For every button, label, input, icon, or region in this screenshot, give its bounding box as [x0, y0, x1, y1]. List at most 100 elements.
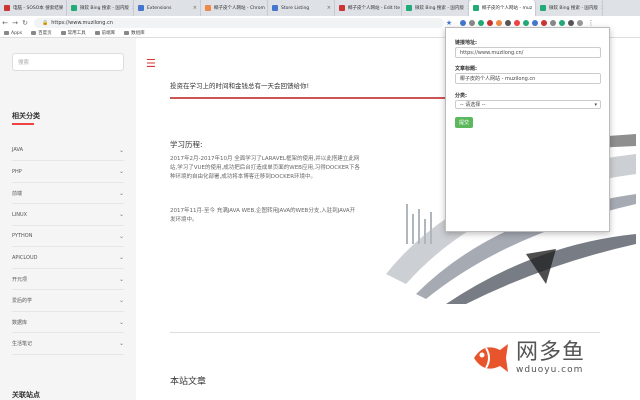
browser-tab[interactable]: 椰子皮个人网站 - Chrom× [201, 0, 268, 16]
bookmark-item[interactable]: 前端库 [94, 30, 116, 36]
bookmark-label: 百度页 [38, 31, 52, 36]
extension-icon[interactable] [550, 19, 556, 26]
browser-tab[interactable]: 椰子皮的个人网站 - muz× [469, 0, 536, 16]
bookmark-label: 常用工具 [67, 31, 86, 36]
bookmark-item[interactable]: 常用工具 [60, 30, 86, 36]
history-title: 学习历程: [170, 140, 203, 149]
favicon-icon [406, 5, 412, 11]
category-label: JAVA [12, 147, 24, 153]
bookmark-label: 前端库 [101, 31, 116, 36]
folder-icon [31, 31, 37, 35]
bookmark-item[interactable]: 百度页 [31, 30, 52, 36]
category-item[interactable]: 数据库 ⌄ [12, 312, 124, 333]
bookmark-item[interactable]: Apps [4, 31, 22, 36]
tab-label: 椰子皮个人网站 - Edit Ite [348, 6, 400, 11]
bookmark-label: Apps [11, 30, 23, 36]
favicon-icon [205, 5, 211, 11]
category-item[interactable]: PYTHON ⌄ [12, 226, 124, 247]
close-icon[interactable]: × [193, 5, 197, 11]
category-item[interactable]: PHP ⌄ [12, 162, 124, 183]
menu-dots-icon[interactable]: ⋮ [586, 19, 596, 27]
tab-label: 微软 Bing 搜索 - 国内版 [549, 6, 598, 11]
title-input[interactable]: 椰子皮的个人网站 - muzilong.cn [455, 73, 601, 84]
back-icon[interactable]: ← [0, 19, 10, 27]
browser-tab[interactable]: 微软 Bing 搜索 - 国内版× [67, 0, 134, 16]
browser-tab[interactable]: 椰子皮个人网站 - Edit Ite× [335, 0, 402, 16]
section-divider [170, 332, 600, 333]
favicon-icon [4, 5, 10, 11]
heading-underline [12, 123, 34, 125]
apps-icon [4, 31, 9, 35]
category-item[interactable]: 爱后的学 ⌄ [12, 291, 124, 312]
browser-tab[interactable]: 电脑 - SOSO本 搜索结果× [0, 0, 67, 16]
tab-label: 椰子皮个人网站 - Chrom [214, 6, 265, 11]
category-label: 数据库 [12, 319, 28, 326]
tab-label: 椰子皮的个人网站 - muz [482, 6, 533, 11]
category-label: 生活笔记 [12, 341, 33, 347]
extension-icon[interactable] [532, 19, 538, 26]
category-heading: 相关分类 [12, 112, 40, 120]
category-item[interactable]: JAVA ⌄ [12, 140, 124, 161]
browser-tab[interactable]: 微软 Bing 搜索 - 国内版× [536, 0, 603, 16]
extension-icon[interactable] [523, 19, 529, 26]
close-icon[interactable]: × [601, 5, 602, 11]
submit-button[interactable]: 提交 [455, 117, 473, 128]
chevron-down-icon: ⌄ [118, 254, 124, 261]
extension-icon[interactable] [496, 19, 502, 26]
category-label: 爱后的学 [12, 298, 33, 304]
url-field[interactable]: 🔒 https://www.muzilong.cn [34, 17, 444, 28]
extension-icon[interactable] [541, 19, 547, 26]
star-icon[interactable]: ★ [444, 19, 454, 27]
browser-tab[interactable]: 微软 Bing 搜索 - 国内版× [402, 0, 469, 16]
extension-icon[interactable] [478, 19, 484, 26]
favicon-icon [138, 5, 144, 11]
title-value: 椰子皮的个人网站 - muzilong.cn [460, 76, 536, 82]
forward-icon[interactable]: → [10, 19, 20, 27]
watermark: 网多鱼 wduoyu.com [470, 335, 640, 380]
category-item[interactable]: APICLOUD ⌄ [12, 248, 124, 269]
browser-tab[interactable]: Extensions × [134, 0, 201, 16]
chevron-down-icon: ⌄ [118, 168, 124, 175]
chevron-down-icon: ⌄ [118, 275, 124, 283]
page-quote: 投资在学习上的时间和金钱总有一天会回馈给你! [170, 82, 310, 90]
category-label: 开元项 [12, 276, 28, 283]
chevron-down-icon: ⌄ [118, 297, 124, 304]
bookmark-item[interactable]: 数组库 [124, 30, 145, 36]
folder-icon [94, 31, 100, 35]
reload-icon[interactable]: ↻ [20, 19, 30, 27]
chevron-down-icon: ⌄ [118, 340, 124, 347]
category-item[interactable]: LINUX ⌄ [12, 205, 124, 226]
extension-icon[interactable] [487, 19, 493, 26]
category-label: APICLOUD [12, 254, 38, 261]
link-input[interactable]: https://www.muzilong.cn/ [455, 47, 601, 58]
browser-tab[interactable]: Store Listing × [268, 0, 335, 16]
tab-strip: 电脑 - SOSO本 搜索结果×微软 Bing 搜索 - 国内版×Extensi… [0, 0, 640, 16]
category-item[interactable]: 开元项 ⌄ [12, 269, 124, 290]
extension-icon[interactable] [460, 19, 466, 26]
extension-icon[interactable] [505, 19, 511, 26]
category-select[interactable]: -- 请选择 -- ▾ [455, 100, 601, 109]
avatar[interactable] [577, 19, 583, 26]
search-input[interactable]: 搜索 [12, 53, 124, 71]
extensions-row: ⋮ [460, 19, 596, 27]
category-value: -- 请选择 -- [460, 102, 486, 108]
hamburger-menu-icon[interactable]: ☰ [146, 57, 156, 70]
tab-label: 微软 Bing 搜索 - 国内版 [80, 6, 129, 11]
site-articles-heading: 本站文章 [170, 377, 207, 387]
category-label: PHP [12, 168, 22, 175]
link-value: https://www.muzilong.cn/ [460, 49, 524, 56]
link-label: 链接地址: [455, 40, 477, 46]
close-icon[interactable]: × [327, 5, 331, 11]
extension-icon[interactable] [568, 19, 574, 26]
category-item[interactable]: 生活笔记 ⌄ [12, 334, 124, 355]
category-item[interactable]: 前端 ⌄ [12, 183, 124, 204]
tab-label: 电脑 - SOSO本 搜索结果 [13, 6, 64, 11]
watermark-en: wduoyu.com [516, 364, 584, 375]
extension-icon[interactable] [559, 19, 565, 26]
fish-logo-icon [474, 343, 508, 372]
extension-icon[interactable] [469, 19, 475, 26]
history-paragraph-1: 2017年2月-2017年10月 全面学习了LARAVEL框架的使用,并以此搭建… [170, 156, 361, 180]
extension-icon[interactable] [514, 19, 520, 26]
title-label: 文章标题: [455, 66, 477, 72]
folder-icon [60, 31, 66, 35]
